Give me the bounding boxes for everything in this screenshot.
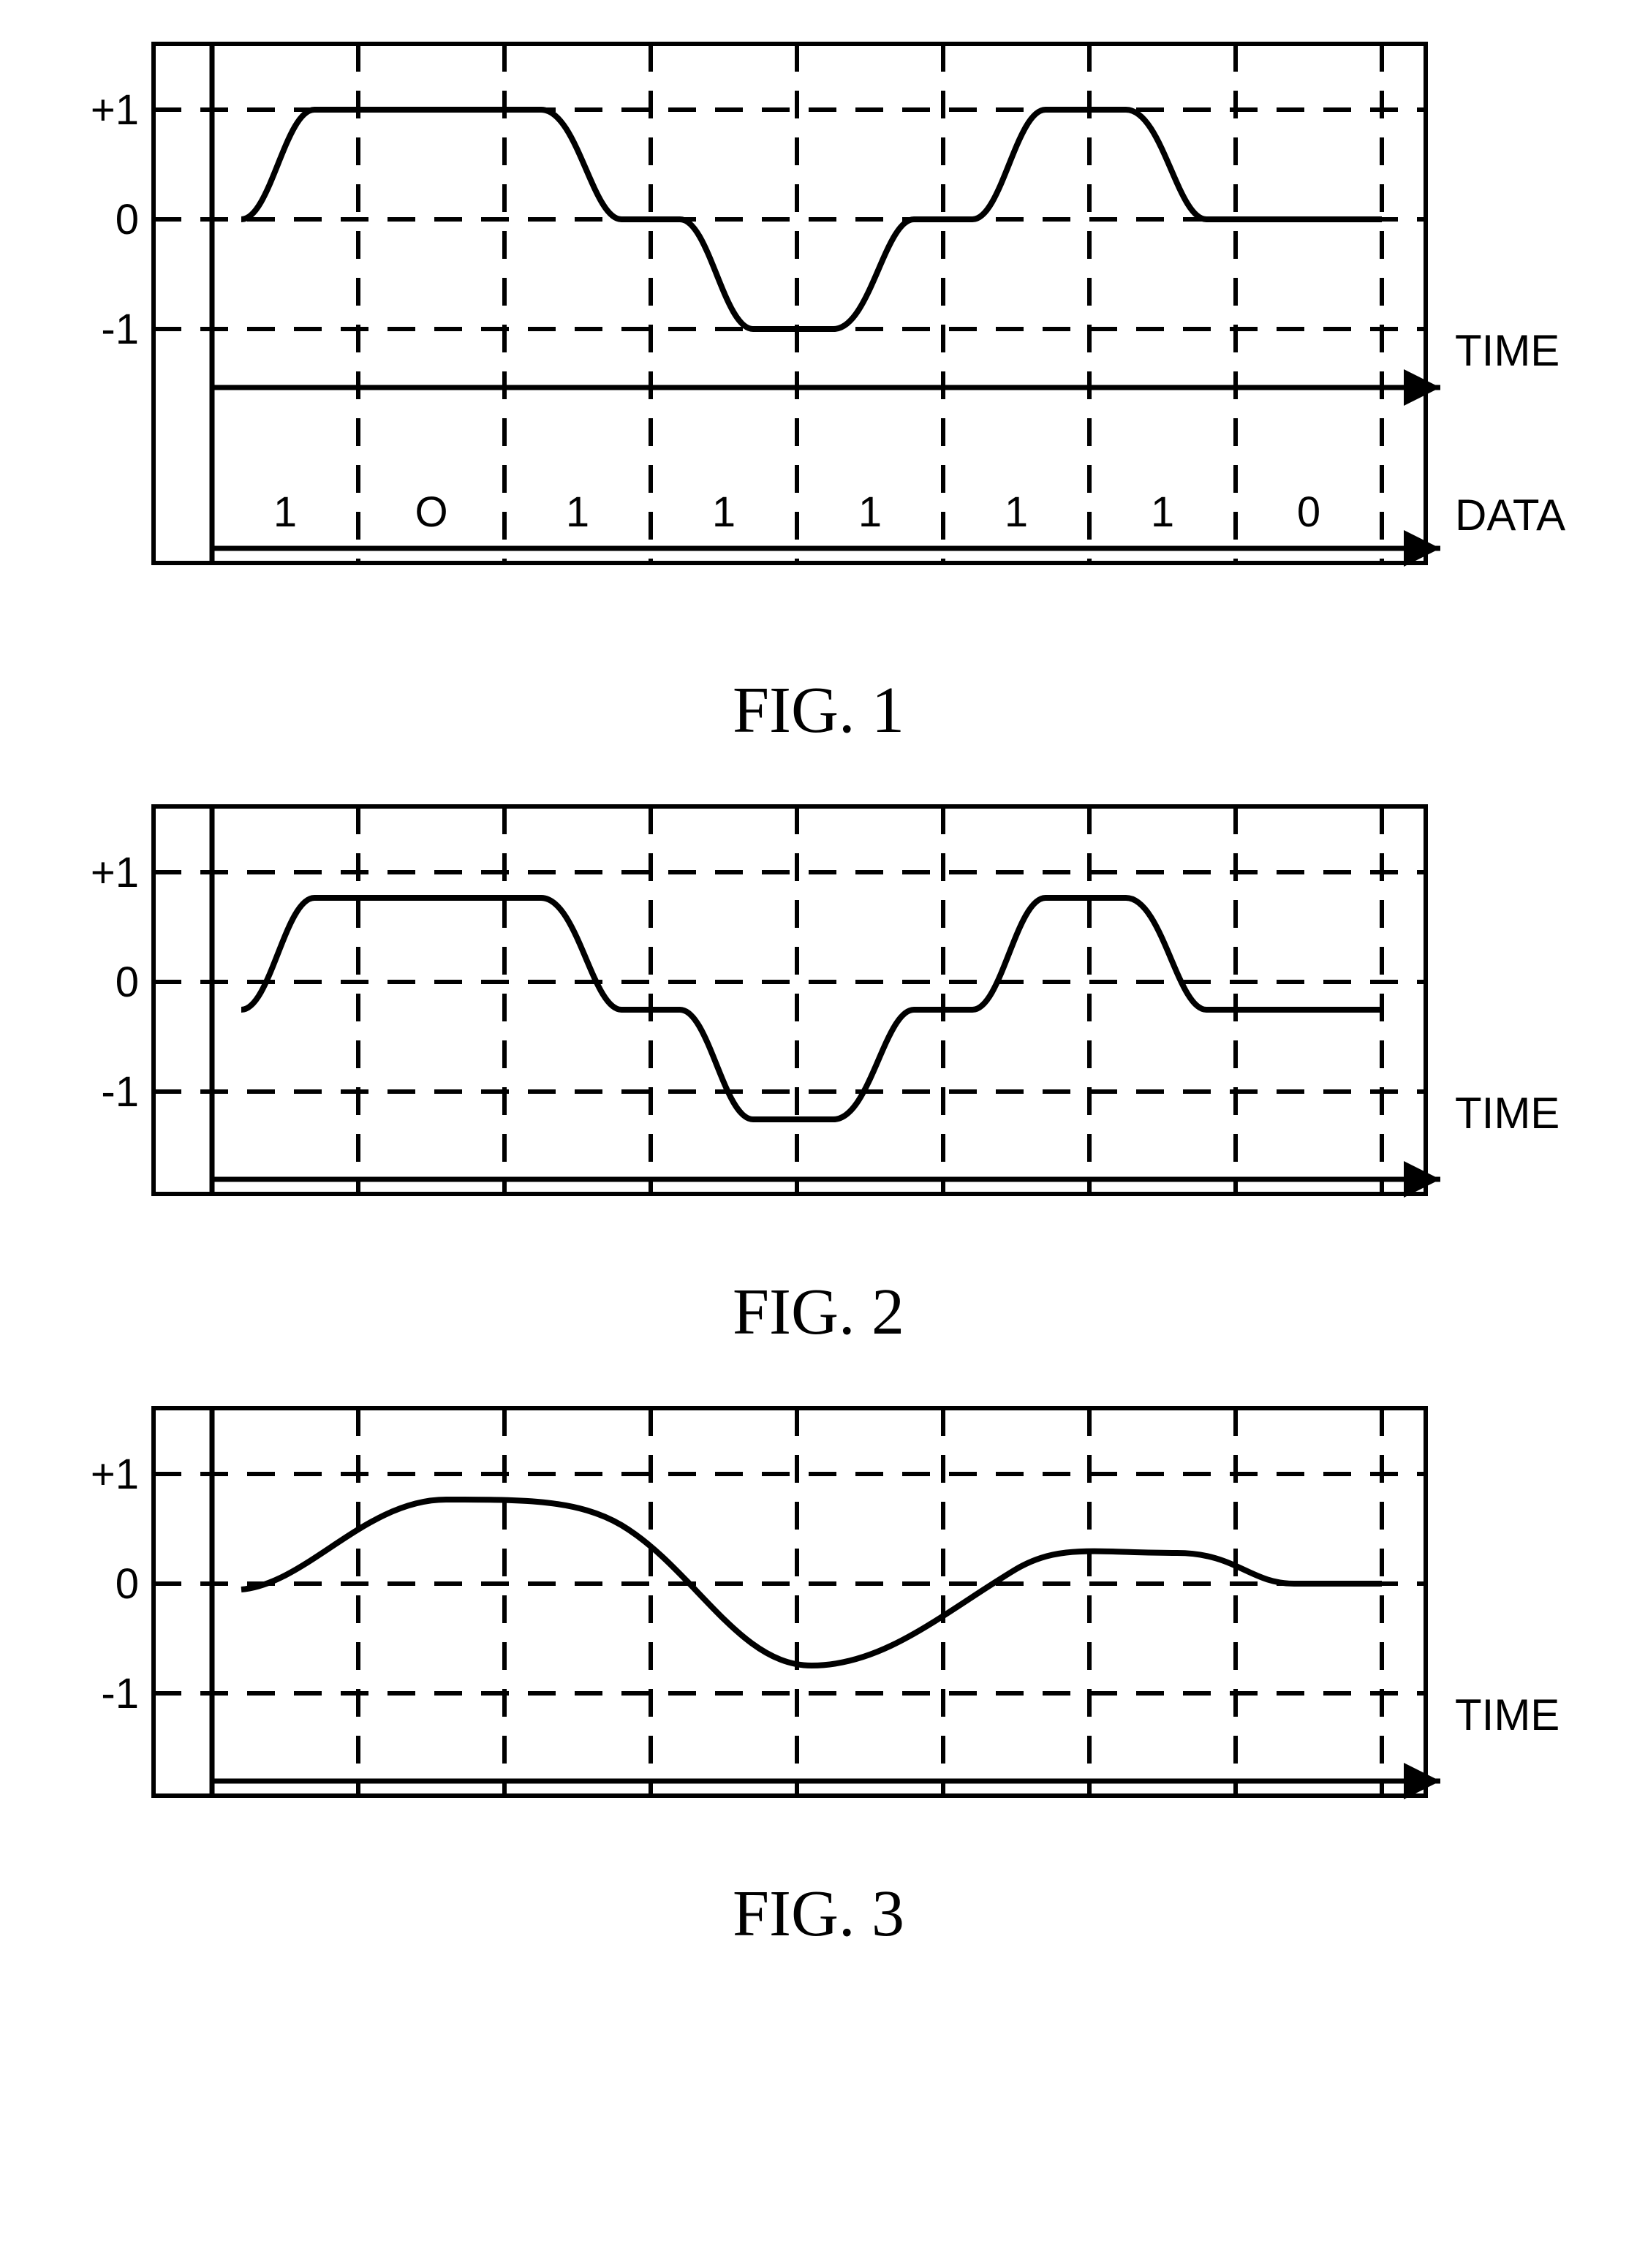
fig3-caption: FIG. 3 bbox=[51, 1876, 1587, 1951]
figure-2: +1 0 -1 TIME FIG. 2 bbox=[51, 792, 1587, 1350]
bit-6: 1 bbox=[1150, 488, 1173, 536]
ytick-minus1: -1 bbox=[101, 1670, 139, 1717]
ytick-plus1: +1 bbox=[90, 1451, 138, 1498]
time-label: TIME bbox=[1455, 1690, 1560, 1739]
ytick-minus1: -1 bbox=[101, 306, 139, 353]
signal-waveform bbox=[241, 898, 1382, 1119]
fig2-svg: +1 0 -1 TIME bbox=[51, 792, 1587, 1260]
figure-3: +1 0 -1 TIME FIG. 3 bbox=[51, 1394, 1587, 1951]
time-label: TIME bbox=[1455, 326, 1560, 375]
bit-4: 1 bbox=[858, 488, 881, 536]
bit-0: 1 bbox=[273, 488, 296, 536]
fig3-svg: +1 0 -1 TIME bbox=[51, 1394, 1587, 1861]
bit-2: 1 bbox=[565, 488, 589, 536]
fig1-svg: +1 0 -1 TIME DATA 1 O 1 1 1 1 1 0 bbox=[51, 29, 1587, 658]
ytick-zero: 0 bbox=[115, 196, 138, 243]
bit-5: 1 bbox=[1004, 488, 1027, 536]
bit-3: 1 bbox=[711, 488, 735, 536]
ytick-minus1: -1 bbox=[101, 1068, 139, 1116]
fig1-caption: FIG. 1 bbox=[51, 673, 1587, 748]
bit-1: O bbox=[415, 488, 447, 536]
bit-7: 0 bbox=[1296, 488, 1320, 536]
figure-1: +1 0 -1 TIME DATA 1 O 1 1 1 1 1 0 FIG. 1 bbox=[51, 29, 1587, 748]
ytick-plus1: +1 bbox=[90, 849, 138, 896]
ytick-zero: 0 bbox=[115, 959, 138, 1006]
time-arrowhead-icon bbox=[1404, 369, 1440, 406]
ytick-zero: 0 bbox=[115, 1560, 138, 1608]
fig2-caption: FIG. 2 bbox=[51, 1274, 1587, 1350]
time-label: TIME bbox=[1455, 1089, 1560, 1138]
data-label: DATA bbox=[1455, 491, 1565, 540]
ytick-plus1: +1 bbox=[90, 86, 138, 134]
